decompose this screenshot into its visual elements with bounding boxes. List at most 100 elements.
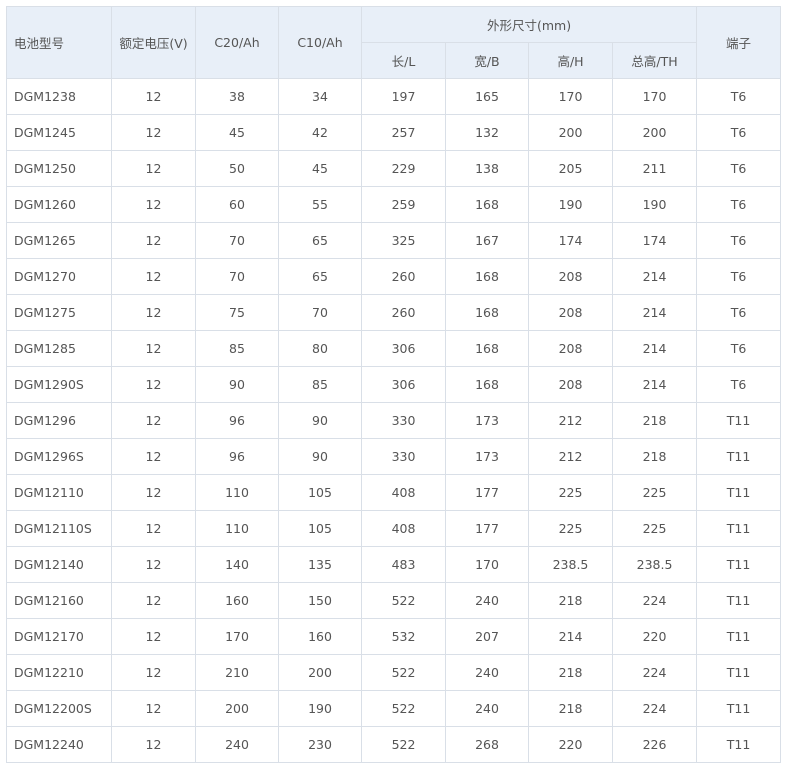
cell-terminal: T6	[696, 186, 782, 223]
cell-length: 522	[361, 690, 446, 727]
table-row: DGM1296S 12 96 90 330 173 212 218 T11	[6, 438, 782, 475]
cell-total-height: 214	[611, 330, 698, 367]
cell-voltage: 12	[111, 78, 196, 115]
table-row: DGM1275 12 75 70 260 168 208 214 T6	[6, 294, 782, 331]
cell-c10: 70	[278, 294, 362, 331]
cell-model: DGM1296	[6, 402, 112, 439]
cell-c20: 96	[195, 402, 279, 439]
cell-model: DGM1260	[6, 186, 112, 223]
cell-length: 260	[361, 294, 446, 331]
cell-width: 240	[445, 654, 529, 691]
cell-c20: 96	[195, 438, 279, 475]
cell-height: 208	[528, 366, 613, 403]
cell-model: DGM1270	[6, 258, 112, 295]
cell-voltage: 12	[111, 186, 196, 223]
cell-length: 408	[361, 510, 446, 547]
cell-length: 330	[361, 438, 446, 475]
cell-terminal: T11	[696, 618, 782, 655]
cell-voltage: 12	[111, 294, 196, 331]
cell-model: DGM1250	[6, 150, 112, 187]
cell-terminal: T6	[696, 78, 782, 115]
cell-length: 532	[361, 618, 446, 655]
cell-length: 260	[361, 258, 446, 295]
cell-length: 408	[361, 474, 446, 511]
cell-c20: 70	[195, 222, 279, 259]
cell-width: 168	[445, 258, 529, 295]
cell-model: DGM12140	[6, 546, 112, 583]
cell-height: 205	[528, 150, 613, 187]
cell-height: 200	[528, 114, 613, 151]
cell-length: 325	[361, 222, 446, 259]
cell-height: 190	[528, 186, 613, 223]
cell-length: 522	[361, 726, 446, 763]
cell-voltage: 12	[111, 726, 196, 763]
cell-c10: 45	[278, 150, 362, 187]
table-row: DGM1296 12 96 90 330 173 212 218 T11	[6, 402, 782, 439]
table-row: DGM12170 12 170 160 532 207 214 220 T11	[6, 618, 782, 655]
cell-c10: 90	[278, 402, 362, 439]
cell-c20: 110	[195, 510, 279, 547]
cell-c10: 200	[278, 654, 362, 691]
cell-height: 218	[528, 582, 613, 619]
cell-voltage: 12	[111, 546, 196, 583]
cell-voltage: 12	[111, 474, 196, 511]
header-c20: C20/Ah	[195, 6, 279, 79]
cell-total-height: 220	[611, 618, 698, 655]
cell-model: DGM1265	[6, 222, 112, 259]
cell-total-height: 225	[611, 510, 698, 547]
cell-terminal: T11	[696, 690, 782, 727]
cell-length: 522	[361, 654, 446, 691]
cell-width: 138	[445, 150, 529, 187]
table-row: DGM12110 12 110 105 408 177 225 225 T11	[6, 474, 782, 511]
cell-total-height: 224	[611, 582, 698, 619]
cell-width: 268	[445, 726, 529, 763]
header-length: 长/L	[361, 42, 446, 79]
cell-model: DGM1238	[6, 78, 112, 115]
table-row: DGM12210 12 210 200 522 240 218 224 T11	[6, 654, 782, 691]
cell-c20: 140	[195, 546, 279, 583]
cell-c10: 150	[278, 582, 362, 619]
cell-total-height: 214	[611, 366, 698, 403]
table-row: DGM1265 12 70 65 325 167 174 174 T6	[6, 222, 782, 259]
cell-terminal: T11	[696, 510, 782, 547]
cell-width: 170	[445, 546, 529, 583]
cell-model: DGM12160	[6, 582, 112, 619]
cell-length: 197	[361, 78, 446, 115]
cell-terminal: T11	[696, 546, 782, 583]
cell-c20: 210	[195, 654, 279, 691]
cell-width: 167	[445, 222, 529, 259]
cell-length: 306	[361, 330, 446, 367]
cell-width: 168	[445, 186, 529, 223]
cell-model: DGM12110S	[6, 510, 112, 547]
cell-model: DGM1296S	[6, 438, 112, 475]
cell-height: 218	[528, 654, 613, 691]
cell-height: 225	[528, 510, 613, 547]
cell-model: DGM12110	[6, 474, 112, 511]
cell-c20: 110	[195, 474, 279, 511]
cell-terminal: T11	[696, 654, 782, 691]
cell-c10: 85	[278, 366, 362, 403]
table-row: DGM1285 12 85 80 306 168 208 214 T6	[6, 330, 782, 367]
cell-length: 306	[361, 366, 446, 403]
cell-total-height: 170	[611, 78, 698, 115]
cell-voltage: 12	[111, 258, 196, 295]
table-row: DGM12240 12 240 230 522 268 220 226 T11	[6, 726, 782, 763]
cell-width: 173	[445, 402, 529, 439]
cell-height: 170	[528, 78, 613, 115]
cell-width: 168	[445, 366, 529, 403]
cell-c10: 65	[278, 258, 362, 295]
cell-height: 208	[528, 330, 613, 367]
table-row: DGM1260 12 60 55 259 168 190 190 T6	[6, 186, 782, 223]
cell-c20: 50	[195, 150, 279, 187]
cell-width: 165	[445, 78, 529, 115]
cell-c20: 90	[195, 366, 279, 403]
cell-c20: 160	[195, 582, 279, 619]
cell-height: 208	[528, 294, 613, 331]
cell-height: 225	[528, 474, 613, 511]
cell-terminal: T6	[696, 150, 782, 187]
cell-total-height: 174	[611, 222, 698, 259]
header-row-top: 电池型号 额定电压(V) C20/Ah C10/Ah 外形尺寸(mm) 端子	[6, 6, 782, 79]
cell-voltage: 12	[111, 330, 196, 367]
cell-width: 168	[445, 294, 529, 331]
table-row: DGM12110S 12 110 105 408 177 225 225 T11	[6, 510, 782, 547]
